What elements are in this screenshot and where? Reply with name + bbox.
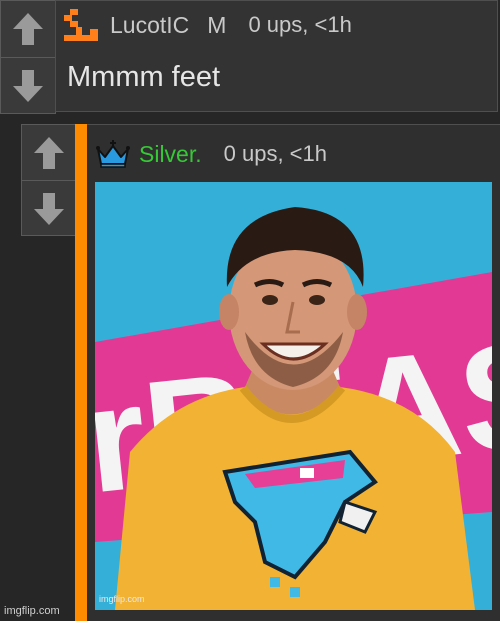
comment-header: LucotIC M 0 ups, <1h xyxy=(62,9,352,41)
downvote-button[interactable] xyxy=(1,57,55,114)
image-watermark: imgflip.com xyxy=(99,594,145,604)
upvote-button[interactable] xyxy=(1,1,55,57)
meme-illustration: rBEAS xyxy=(95,182,492,610)
arrow-up-icon xyxy=(33,136,64,169)
site-watermark: imgflip.com xyxy=(4,605,60,617)
comment-meta: 0 ups, <1h xyxy=(223,141,328,166)
reply-thread-line xyxy=(75,124,87,621)
downvote-button[interactable] xyxy=(22,180,75,236)
comment1-vote-column xyxy=(0,0,56,114)
arrow-down-icon xyxy=(13,70,43,102)
upvote-button[interactable] xyxy=(22,125,75,180)
comment-2: Silver. 0 ups, <1h rBEAS xyxy=(87,124,500,621)
comment-header: Silver. 0 ups, <1h xyxy=(95,139,327,169)
comment-username[interactable]: LucotIC xyxy=(110,12,189,39)
crown-icon xyxy=(96,140,130,168)
comment-username[interactable]: Silver. xyxy=(139,141,202,168)
comment2-vote-column xyxy=(21,124,76,236)
meme-image[interactable]: rBEAS xyxy=(95,182,492,610)
comment-1: LucotIC M 0 ups, <1h Mmmm feet xyxy=(55,0,498,112)
orange-pixel-L-icon xyxy=(64,9,98,41)
arrow-down-icon xyxy=(33,192,64,225)
mod-badge: M xyxy=(207,11,227,38)
comment-body: Mmmm feet xyxy=(67,61,221,93)
comment-meta: 0 ups, <1h xyxy=(248,12,352,37)
arrow-up-icon xyxy=(13,13,43,45)
